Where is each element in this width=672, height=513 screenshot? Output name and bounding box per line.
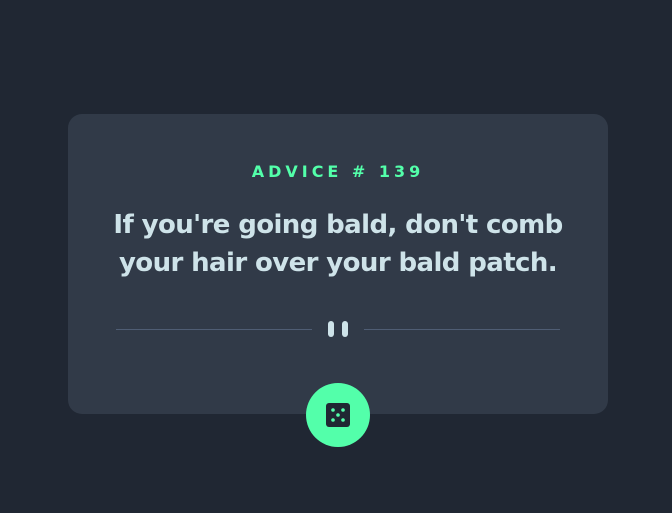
divider-line-right <box>364 329 560 330</box>
advice-card: ADVICE # 139 If you're going bald, don't… <box>68 114 608 414</box>
generate-advice-button[interactable] <box>306 383 370 447</box>
app-root: ADVICE # 139 If you're going bald, don't… <box>0 0 672 513</box>
pause-icon <box>328 321 348 337</box>
pause-bar-left <box>328 321 334 337</box>
advice-id-label: ADVICE # 139 <box>251 162 425 181</box>
dice-icon <box>326 403 350 427</box>
divider-line-left <box>116 329 312 330</box>
advice-text: If you're going bald, don't comb your ha… <box>113 210 563 278</box>
pause-bar-right <box>342 321 348 337</box>
divider <box>116 321 560 339</box>
